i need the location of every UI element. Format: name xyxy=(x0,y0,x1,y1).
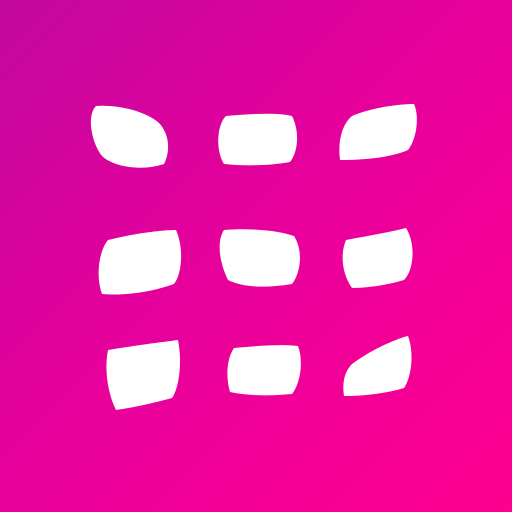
grid-tile-1-3 xyxy=(339,104,417,160)
grid-tile-3-3 xyxy=(343,336,412,396)
grid-tile-2-2 xyxy=(219,229,300,287)
app-icon xyxy=(0,0,512,512)
grid-tile-3-2 xyxy=(227,345,301,396)
grid-tile-2-1 xyxy=(98,230,182,295)
grid-icon xyxy=(90,104,417,410)
grid-tile-1-1 xyxy=(90,105,169,168)
grid-tile-2-3 xyxy=(342,228,413,288)
grid-tile-3-1 xyxy=(106,340,180,410)
grid-tile-1-2 xyxy=(218,113,298,166)
